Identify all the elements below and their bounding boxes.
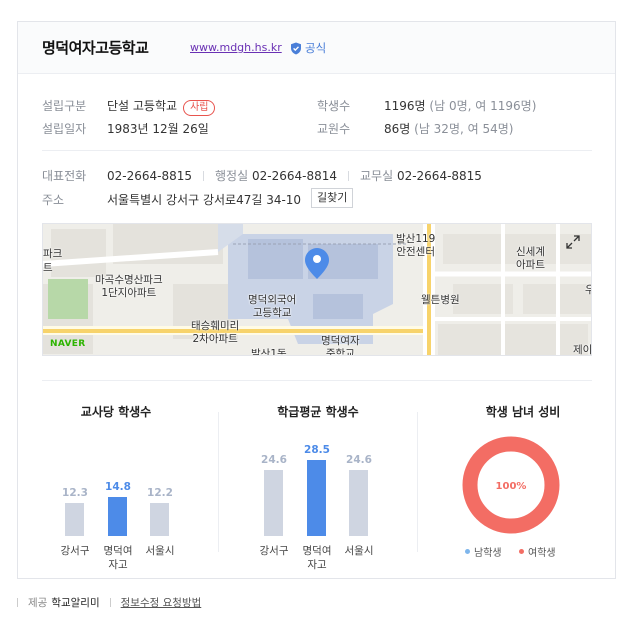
map-label-right-edge2: 제이 [573,344,592,356]
location-map[interactable]: 파크 트 마곡수명산파크 1단지아파트 명덕외국어 고등학교 태승훼미리 2차아파트 … [42,223,592,356]
bar-value-label-0: 24.6 [261,454,287,466]
provider-name[interactable]: 학교알리미 [51,595,99,610]
school-info-card: 명덕여자고등학교 www.mdgh.hs.kr 공식 설립구분 단설 고등학교 사… [17,21,616,579]
bar-2 [150,503,169,536]
teachers-count: 86명 [384,122,411,136]
teachers-detail: (남 32명, 여 54명) [414,122,514,136]
legend-female-label: 여학생 [528,548,556,559]
address-label: 주소 [42,193,65,207]
founding-type-text: 단설 고등학교 [107,99,178,113]
female-dot-icon [519,549,524,554]
bar-0 [264,470,283,536]
founding-type-value: 단설 고등학교 사립 [107,97,216,116]
legend-male-label: 남학생 [474,548,502,559]
students-value: 1196명 (남 0명, 여 1196명) [384,97,536,114]
bar-value-label-2: 24.6 [346,454,372,466]
map-label-sinsegye: 신세계 아파트 [516,246,545,271]
teachers-label: 교원수 [317,122,351,136]
official-badge: 공식 [290,40,326,56]
gender-percent-label: 100% [496,481,527,492]
founding-date-label: 설립일자 [42,122,87,136]
edit-request-link[interactable]: 정보수정 요청방법 [121,595,202,610]
bar-2 [349,470,368,536]
map-label-left-edge2: 트 [43,262,53,274]
map-label-girls-middle: 명덕여자 중학교 [321,335,360,356]
gender-ratio-title: 학생 남녀 성비 [485,405,561,419]
bar-category-label-2: 서울시 [344,545,374,557]
academic-label: 교무실 [359,169,394,183]
academic-phone[interactable]: 02-2664-8815 [397,169,482,183]
bar-category-label-1: 명덕여 자고 [302,545,332,571]
phone-value[interactable]: 02-2664-8815 [107,169,192,183]
class-avg-title: 학급평균 학생수 [277,405,359,419]
bar-value-label-0: 12.3 [62,487,88,499]
map-label-fire-station: 발산119 안전센터 [396,233,436,258]
divider [42,150,592,151]
founding-type-label: 설립구분 [42,99,87,113]
founding-date-value: 1983년 12월 26일 [107,122,209,136]
bar-category-label-2: 서울시 [145,545,175,557]
students-count: 1196명 [384,99,426,113]
map-label-park-apt: 마곡수명산파크 1단지아파트 [95,274,163,299]
bar-1 [307,460,326,536]
map-label-right-edge: 우 [585,284,591,297]
map-label-hospital: 웰튼병원 [421,294,460,306]
bar-value-label-1: 14.8 [105,481,131,493]
students-label: 학생수 [317,99,351,113]
footer: 제공 학교알리미 정보수정 요청방법 [17,595,201,610]
phone-label: 대표전화 [42,169,87,183]
teachers-value: 86명 (남 32명, 여 54명) [384,120,513,137]
male-dot-icon [465,549,470,554]
address-value: 서울특별시 강서구 강서로47길 34-10 [107,193,302,207]
phone-row: 02-2664-8815 행정실 02-2664-8814 교무실 02-2664-… [107,167,482,184]
map-label-hill-apt: 태승훼미리 2차아파트 [191,320,240,345]
directions-button[interactable]: 길찾기 [311,188,354,208]
bar-value-label-2: 12.2 [147,487,173,499]
map-label-lang-school: 명덕외국어 고등학교 [248,294,297,319]
column-divider [417,412,418,552]
bar-0 [65,503,84,536]
legend-female: 여학생 [519,544,556,559]
gender-donut-chart: 100% [462,436,560,534]
bar-category-label-0: 강서구 [60,545,90,557]
divider [42,380,592,381]
verified-shield-icon [291,42,301,54]
private-tag: 사립 [183,100,216,116]
card-header: 명덕여자고등학교 www.mdgh.hs.kr 공식 [18,22,615,74]
school-title[interactable]: 명덕여자고등학교 [42,37,149,58]
column-divider [218,412,219,552]
provider-label: 제공 [28,597,48,609]
admin-phone[interactable]: 02-2664-8814 [252,169,337,183]
admin-label: 행정실 [215,169,249,183]
official-label: 공식 [305,41,327,55]
students-detail: (남 0명, 여 1196명) [429,99,537,113]
bar-category-label-0: 강서구 [259,545,289,557]
expand-icon[interactable] [565,234,581,250]
bar-value-label-1: 28.5 [304,444,330,456]
map-label-balsan: 발산1동 [251,348,287,356]
legend-male: 남학생 [465,544,502,559]
naver-logo: NAVER [50,339,86,349]
map-label-left-edge: 파크 [43,248,63,260]
teacher-ratio-title: 교사당 학생수 [80,405,152,419]
bar-category-label-1: 명덕여 자고 [103,545,133,571]
school-url-link[interactable]: www.mdgh.hs.kr [190,41,282,54]
bar-1 [108,497,127,536]
